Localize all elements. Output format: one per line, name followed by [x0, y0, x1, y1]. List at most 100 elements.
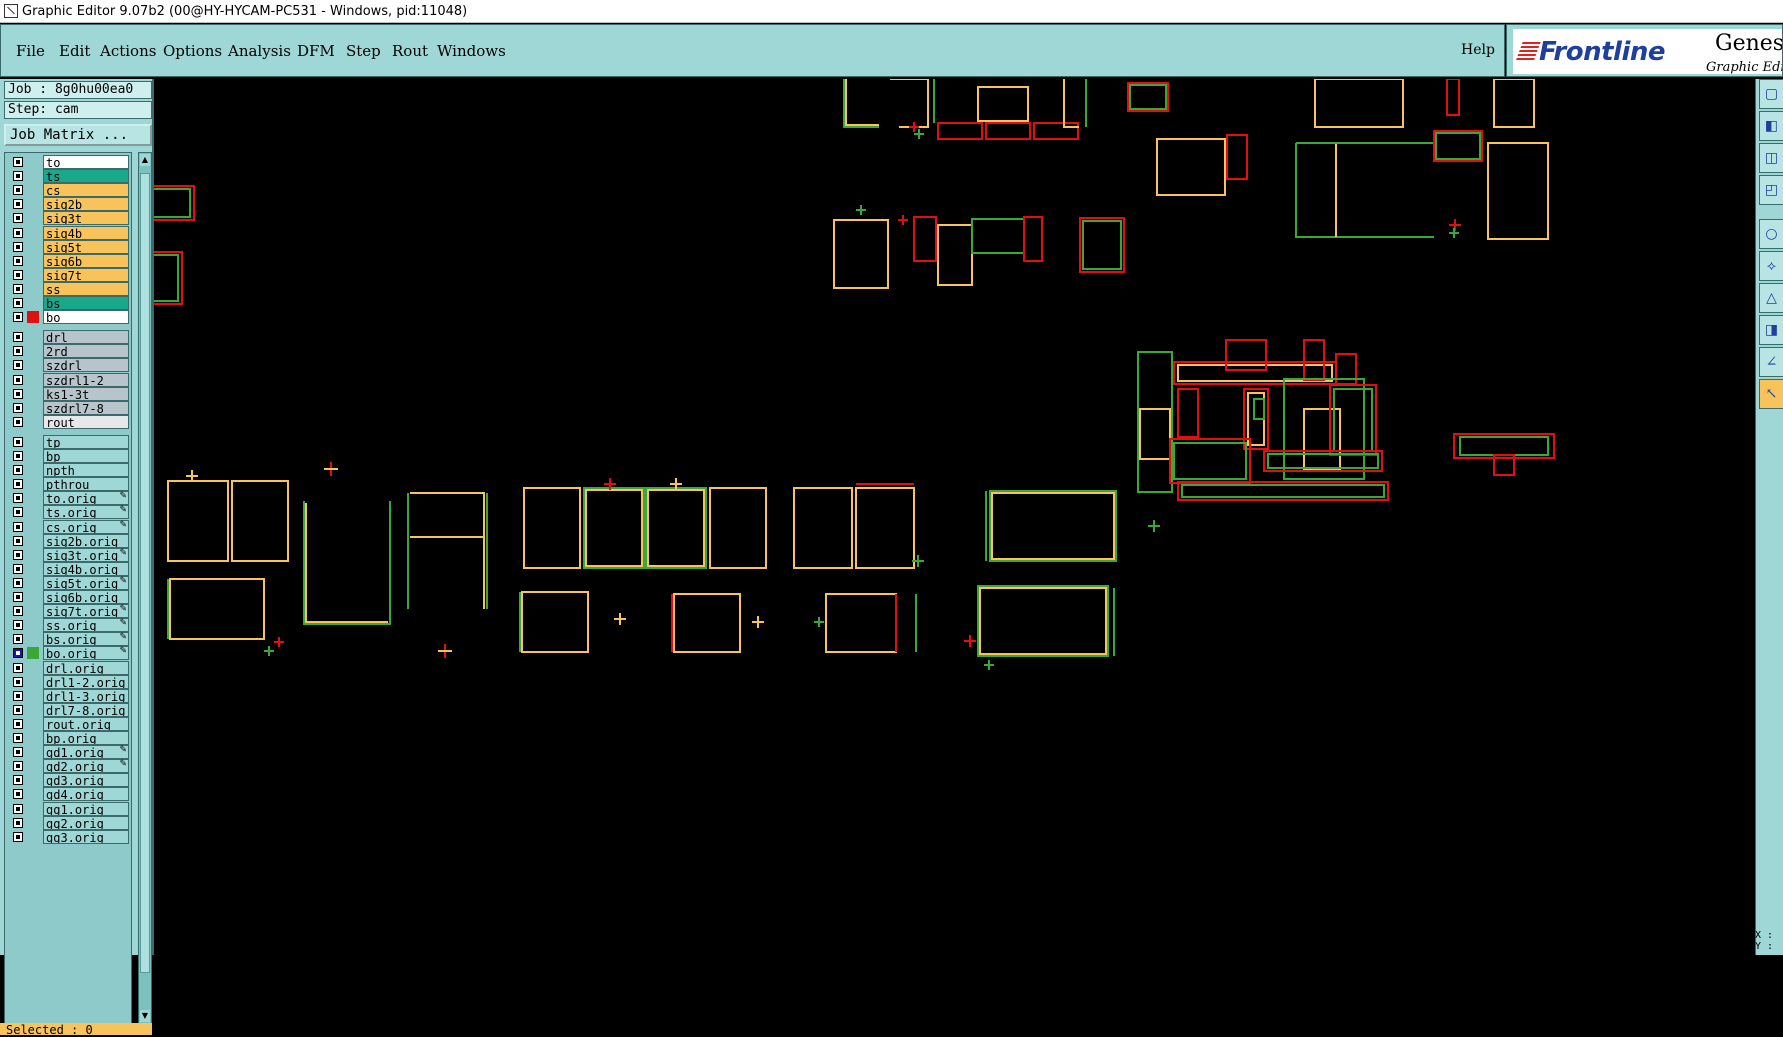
- layer-checkbox[interactable]: [13, 789, 23, 800]
- layer-name[interactable]: drl1-3.orig: [43, 688, 129, 703]
- layer-name[interactable]: to: [43, 155, 129, 169]
- tool-view-icon[interactable]: ◰: [1759, 175, 1783, 205]
- layer-row-drl-orig[interactable]: drl.orig: [7, 660, 129, 675]
- layer-checkbox[interactable]: [13, 690, 23, 701]
- layer-row-tp[interactable]: tp: [7, 434, 129, 449]
- layer-row-bp[interactable]: bp: [7, 449, 129, 463]
- graphic-canvas[interactable]: [154, 79, 1755, 955]
- menu-windows[interactable]: Windows: [437, 42, 506, 60]
- layer-name[interactable]: bp.orig: [43, 731, 129, 745]
- layer-checkbox[interactable]: [13, 402, 23, 413]
- layer-name[interactable]: drl.orig: [43, 660, 129, 675]
- layer-checkbox[interactable]: [13, 620, 23, 631]
- layer-row-sig3t-orig[interactable]: sig3t.orig ✎: [7, 547, 129, 562]
- layer-name[interactable]: cs.orig: [43, 519, 129, 534]
- layer-checkbox[interactable]: [13, 451, 23, 461]
- layer-checkbox[interactable]: [13, 549, 23, 560]
- layer-checkbox[interactable]: [13, 535, 23, 546]
- layer-checkbox[interactable]: [13, 507, 23, 518]
- layer-row-drl7-8-orig[interactable]: drl7-8.orig: [7, 702, 129, 717]
- layer-name[interactable]: sig5t: [43, 239, 129, 254]
- layer-row-gd1-orig[interactable]: gd1.orig ✎: [7, 745, 129, 760]
- layer-checkbox[interactable]: [13, 704, 23, 715]
- layer-name[interactable]: bp: [43, 449, 129, 463]
- layer-row-npth[interactable]: npth: [7, 463, 129, 478]
- layer-row-to-orig[interactable]: to.orig ✎: [7, 491, 129, 506]
- layer-checkbox[interactable]: [13, 747, 23, 758]
- layer-checkbox[interactable]: [13, 199, 23, 210]
- layer-name[interactable]: gg3.orig: [43, 829, 129, 844]
- tool-import-icon[interactable]: ◧: [1759, 111, 1783, 141]
- layer-color-swatch[interactable]: [27, 647, 39, 660]
- layer-row-rout[interactable]: rout: [7, 414, 129, 429]
- layer-checkbox[interactable]: [13, 269, 23, 280]
- menu-actions[interactable]: Actions: [100, 42, 156, 60]
- layer-name[interactable]: gd3.orig: [43, 773, 129, 788]
- layer-name[interactable]: ss: [43, 281, 129, 296]
- layer-row-sig5t[interactable]: sig5t: [7, 239, 129, 254]
- layer-row-cs-orig[interactable]: cs.orig ✎: [7, 519, 129, 534]
- layer-row-bp-orig[interactable]: bp.orig: [7, 731, 129, 745]
- layer-name[interactable]: bo.orig: [43, 646, 129, 661]
- layer-checkbox[interactable]: [13, 577, 23, 588]
- layer-row-bs-orig[interactable]: bs.orig ✎: [7, 632, 129, 647]
- layer-checkbox[interactable]: [13, 662, 23, 673]
- layer-checkbox[interactable]: [13, 521, 23, 532]
- layer-row-sig2b-orig[interactable]: sig2b.orig: [7, 533, 129, 548]
- layer-name[interactable]: bs.orig: [43, 632, 129, 647]
- layer-row-drl[interactable]: drl: [7, 330, 129, 345]
- layer-row-gd4-orig[interactable]: gd4.orig: [7, 787, 129, 802]
- scroll-up-icon[interactable]: ▲: [140, 154, 150, 166]
- layer-checkbox[interactable]: [13, 493, 23, 504]
- layer-row-gd2-orig[interactable]: gd2.orig ✎: [7, 759, 129, 774]
- menu-analysis[interactable]: Analysis: [228, 42, 291, 60]
- layer-row-2rd[interactable]: 2rd: [7, 344, 129, 359]
- layer-checkbox[interactable]: [13, 213, 23, 224]
- tool-circle-icon[interactable]: ○: [1759, 219, 1783, 249]
- tool-open-icon[interactable]: ▢: [1759, 79, 1783, 109]
- layer-checkbox[interactable]: [13, 465, 23, 476]
- layer-checkbox[interactable]: [13, 563, 23, 574]
- layer-row-szdrl1-2[interactable]: szdrl1-2: [7, 372, 129, 387]
- layer-row-gg2-orig[interactable]: gg2.orig: [7, 815, 129, 830]
- layer-name[interactable]: cs: [43, 183, 129, 198]
- layer-name[interactable]: sig2b: [43, 197, 129, 212]
- layer-row-rout-orig[interactable]: rout.orig: [7, 716, 129, 731]
- layer-row-ss[interactable]: ss: [7, 281, 129, 296]
- scroll-down-icon[interactable]: ▼: [140, 1010, 150, 1022]
- layer-row-sig6b[interactable]: sig6b: [7, 253, 129, 268]
- layer-name[interactable]: szdrl: [43, 358, 129, 373]
- layer-checkbox[interactable]: [13, 817, 23, 828]
- layer-row-sig7t-orig[interactable]: sig7t.orig ✎: [7, 604, 129, 619]
- layer-name[interactable]: sig3t.orig: [43, 547, 129, 562]
- menu-rout[interactable]: Rout: [392, 42, 428, 60]
- menu-step[interactable]: Step: [346, 42, 381, 60]
- layer-row-gg1-orig[interactable]: gg1.orig: [7, 801, 129, 816]
- layer-row-ts[interactable]: ts: [7, 169, 129, 184]
- layer-name[interactable]: gg2.orig: [43, 815, 129, 830]
- layer-checkbox[interactable]: [13, 676, 23, 687]
- layer-row-ss-orig[interactable]: ss.orig ✎: [7, 618, 129, 633]
- layer-checkbox[interactable]: [13, 606, 23, 617]
- layer-name[interactable]: sig6b.orig: [43, 590, 129, 604]
- layer-name[interactable]: to.orig: [43, 491, 129, 506]
- layer-row-sig4b[interactable]: sig4b: [7, 225, 129, 240]
- layer-name[interactable]: gd2.orig: [43, 759, 129, 774]
- menu-edit[interactable]: Edit: [59, 42, 90, 60]
- tool-measure-icon[interactable]: △: [1759, 283, 1783, 313]
- layer-checkbox[interactable]: [13, 648, 23, 659]
- layer-name[interactable]: sig2b.orig: [43, 533, 129, 548]
- layer-name[interactable]: ts.orig: [43, 505, 129, 520]
- layer-row-sig4b-orig[interactable]: sig4b.orig: [7, 561, 129, 576]
- layer-checkbox[interactable]: [13, 374, 23, 385]
- tool-net-icon[interactable]: ◨: [1759, 315, 1783, 345]
- job-matrix-button[interactable]: Job Matrix ...: [4, 124, 152, 146]
- layer-name[interactable]: tp: [43, 434, 129, 449]
- menu-file[interactable]: File: [16, 42, 45, 60]
- layer-row-bo-orig[interactable]: bo.orig ✎: [7, 646, 129, 661]
- layer-name[interactable]: gd4.orig: [43, 787, 129, 802]
- layer-name[interactable]: gd1.orig: [43, 745, 129, 760]
- layer-color-swatch[interactable]: [27, 311, 39, 324]
- layer-checkbox[interactable]: [13, 733, 23, 743]
- layer-checkbox[interactable]: [13, 185, 23, 196]
